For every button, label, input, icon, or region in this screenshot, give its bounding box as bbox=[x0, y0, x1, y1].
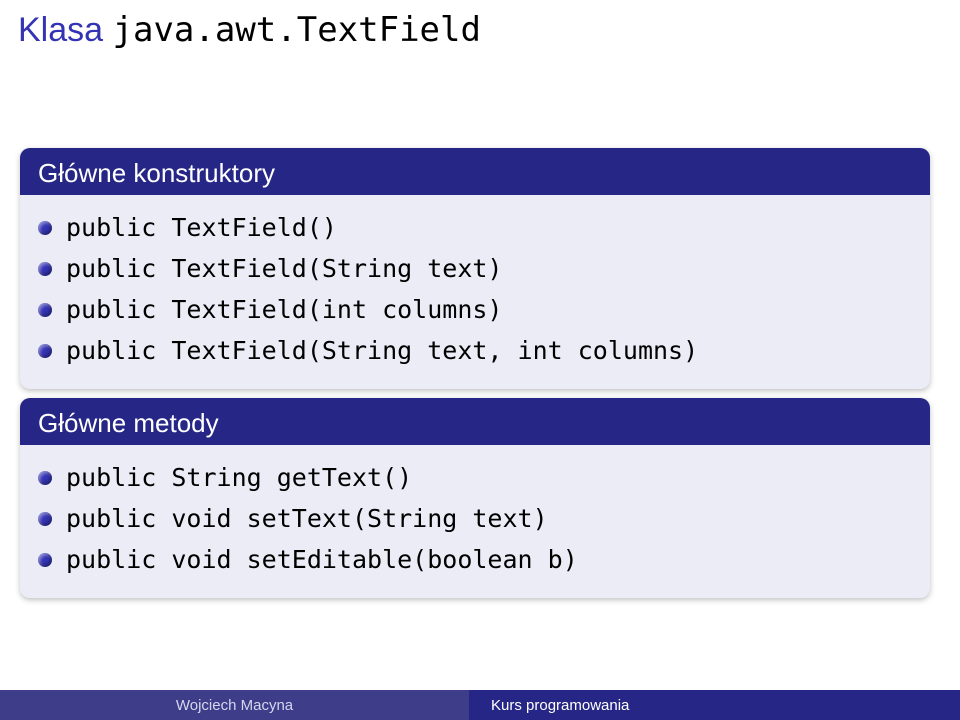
bullet-icon bbox=[38, 553, 52, 567]
code-text: public TextField(String text) bbox=[66, 254, 503, 283]
slide: Klasa java.awt.TextField Główne konstruk… bbox=[0, 0, 960, 720]
list-item: public String getText() bbox=[38, 457, 912, 498]
block-header: Główne konstruktory bbox=[20, 148, 930, 195]
title-keyword: Klasa bbox=[18, 11, 103, 49]
code-text: public void setEditable(boolean b) bbox=[66, 545, 578, 574]
bullet-icon bbox=[38, 262, 52, 276]
list-item: public TextField(String text) bbox=[38, 248, 912, 289]
slide-title: Klasa java.awt.TextField bbox=[18, 10, 481, 50]
list-item: public TextField(String text, int column… bbox=[38, 330, 912, 371]
title-class: java.awt.TextField bbox=[113, 10, 481, 50]
list-item: public TextField() bbox=[38, 207, 912, 248]
bullet-icon bbox=[38, 471, 52, 485]
bullet-icon bbox=[38, 344, 52, 358]
bullet-icon bbox=[38, 512, 52, 526]
code-text: public void setText(String text) bbox=[66, 504, 548, 533]
bullet-icon bbox=[38, 221, 52, 235]
code-text: public TextField(int columns) bbox=[66, 295, 503, 324]
list-item: public void setEditable(boolean b) bbox=[38, 539, 912, 580]
code-text: public TextField() bbox=[66, 213, 337, 242]
block-constructors: Główne konstruktory public TextField() p… bbox=[20, 148, 930, 389]
block-body: public String getText() public void setT… bbox=[20, 445, 930, 598]
bullet-icon bbox=[38, 303, 52, 317]
block-header: Główne metody bbox=[20, 398, 930, 445]
code-text: public TextField(String text, int column… bbox=[66, 336, 698, 365]
list-item: public TextField(int columns) bbox=[38, 289, 912, 330]
footer-course: Kurs programowania bbox=[469, 690, 960, 720]
footer-author: Wojciech Macyna bbox=[0, 690, 469, 720]
list-item: public void setText(String text) bbox=[38, 498, 912, 539]
block-body: public TextField() public TextField(Stri… bbox=[20, 195, 930, 389]
block-methods: Główne metody public String getText() pu… bbox=[20, 398, 930, 598]
footer: Wojciech Macyna Kurs programowania bbox=[0, 690, 960, 720]
code-text: public String getText() bbox=[66, 463, 412, 492]
